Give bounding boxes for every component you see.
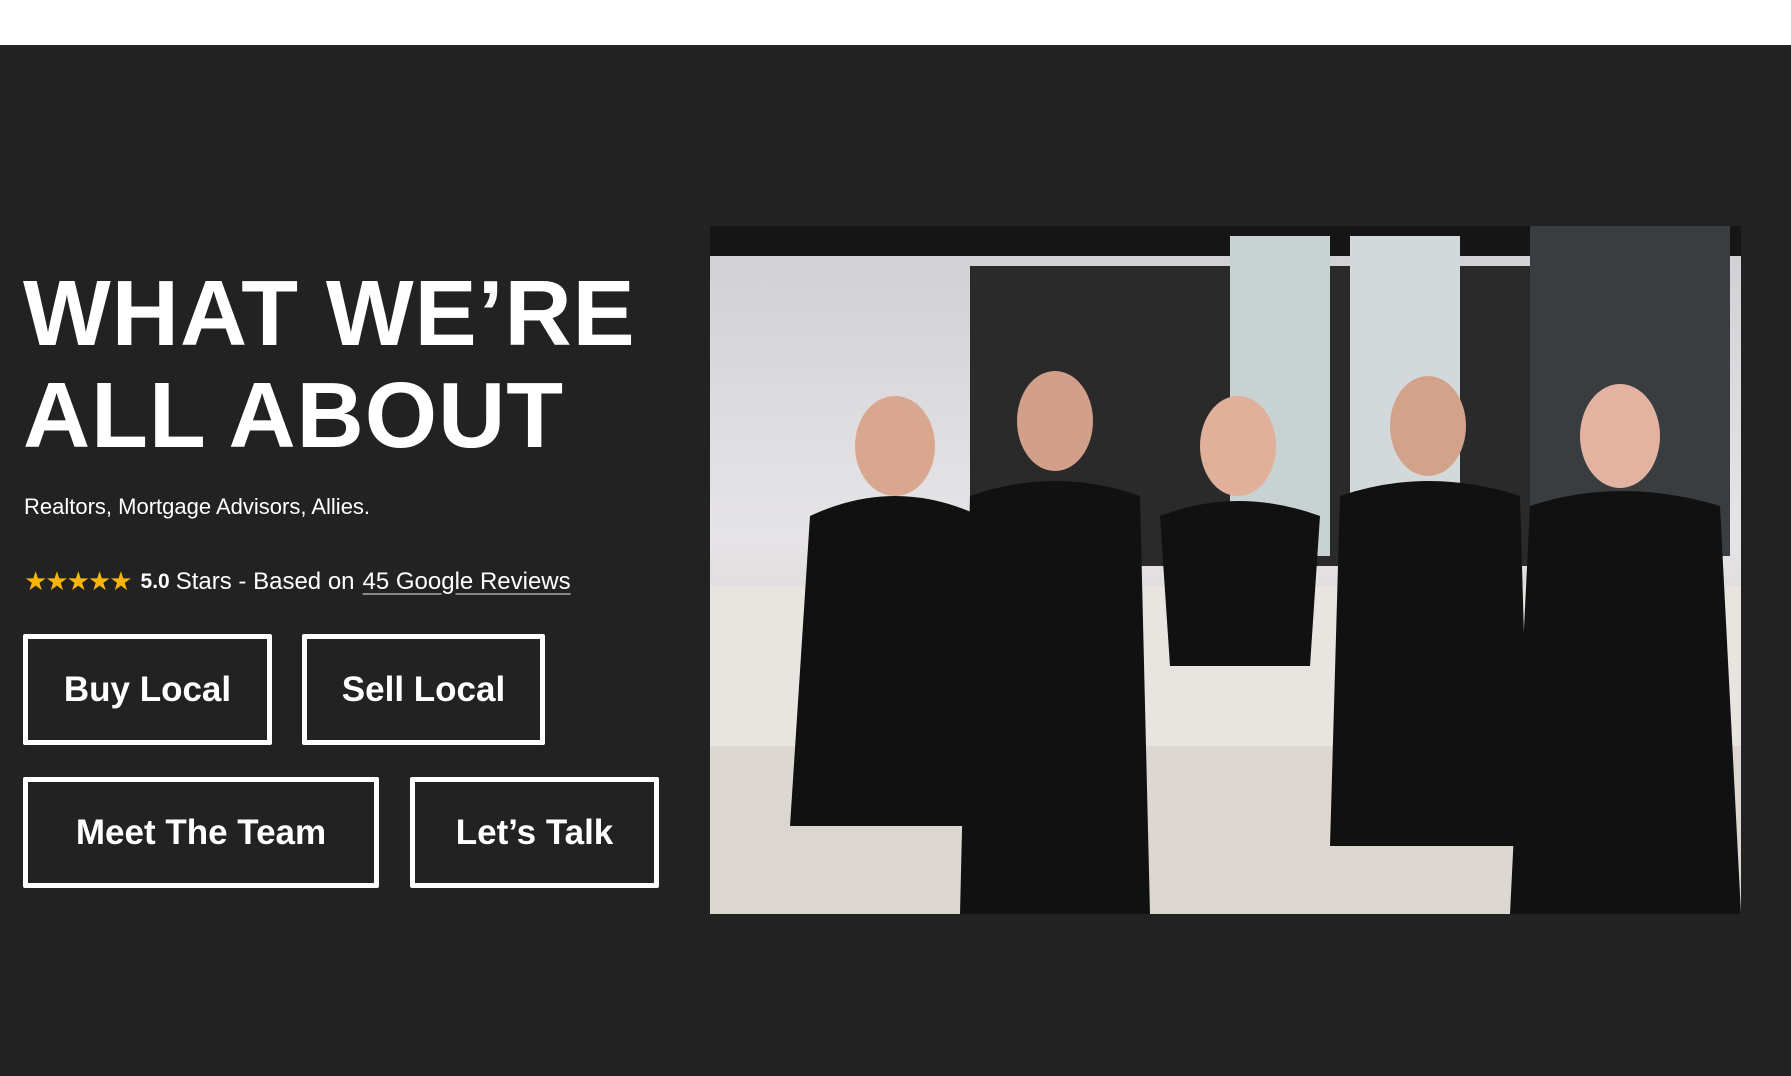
buy-local-button[interactable]: Buy Local (23, 634, 272, 745)
team-photo-illustration (710, 226, 1741, 914)
rating-score: 5.0 (140, 569, 170, 593)
star-rating-icon: ★★★★★ (24, 566, 133, 596)
lets-talk-button[interactable]: Let’s Talk (410, 777, 659, 888)
rating-row: ★★★★★ 5.0 Stars - Based on 45 Google Rev… (24, 566, 571, 597)
google-reviews-link[interactable]: 45 Google Reviews (363, 568, 571, 596)
team-photo (710, 226, 1741, 914)
heading-line-2: ALL ABOUT (23, 363, 565, 467)
subtitle: Realtors, Mortgage Advisors, Allies. (24, 494, 371, 519)
rating-text: Stars - Based on (175, 567, 355, 595)
top-header-bar (0, 0, 1791, 45)
sell-local-button[interactable]: Sell Local (302, 634, 545, 745)
meet-the-team-button[interactable]: Meet The Team (23, 777, 379, 888)
section-heading: WHAT WE’RE ALL ABOUT (23, 262, 636, 466)
heading-line-1: WHAT WE’RE (23, 261, 636, 365)
